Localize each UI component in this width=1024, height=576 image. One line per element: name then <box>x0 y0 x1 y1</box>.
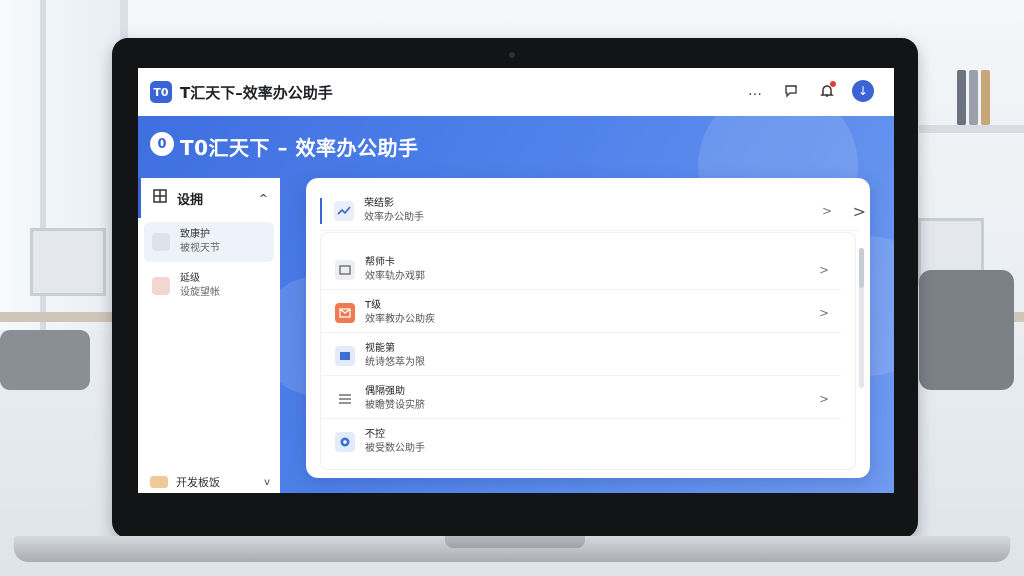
scrollbar-thumb[interactable] <box>859 248 864 288</box>
card-icon <box>335 260 355 280</box>
row-subtitle: 统诗悠萃为限 <box>365 357 425 368</box>
sidebar-footer[interactable]: 开发板饭 v <box>150 471 270 493</box>
active-indicator <box>320 198 322 224</box>
app-logo: T0 <box>150 81 172 103</box>
row-title: 视能第 <box>365 343 395 354</box>
user-avatar-icon[interactable]: ↓ <box>852 80 874 102</box>
webcam <box>509 52 515 58</box>
list-item-text: 偶隔强助 被瞻赞设实脐 <box>365 385 425 413</box>
chevron-up-icon: ^ <box>258 191 268 205</box>
chevron-down-icon: v <box>264 476 270 488</box>
chart-icon <box>152 233 170 251</box>
banner-title: T0汇天下 – 效率办公助手 <box>180 136 419 160</box>
list-item[interactable]: T级 效率教办公助疾 > <box>321 294 841 333</box>
row-title: 不控 <box>365 429 385 440</box>
list-icon <box>335 389 355 409</box>
app-title: T汇天下–效率办公助手 <box>180 83 333 102</box>
row-title: 偶隔强助 <box>365 386 405 397</box>
sidebar-item-title: 延级 <box>180 273 200 284</box>
sidebar-header[interactable]: 设拥 ^ <box>138 178 280 218</box>
list-item-text: 视能第 统诗悠萃为限 <box>365 342 425 370</box>
chevron-right-icon: > <box>821 204 832 218</box>
background-chair <box>0 330 90 390</box>
sidebar: 设拥 ^ 致康护 被视天节 延级 设旋望帐 开发板饭 v <box>138 178 280 493</box>
row-subtitle: 效率办公助手 <box>364 212 424 223</box>
sidebar-header-label: 设拥 <box>177 192 204 208</box>
list-item[interactable]: 不控 被受数公助手 <box>321 423 841 461</box>
folder-icon <box>150 476 168 488</box>
list-item[interactable]: 视能第 统诗悠萃为限 <box>321 337 841 376</box>
background-binder <box>957 70 966 125</box>
trend-chart-icon <box>334 201 354 221</box>
background-binder <box>981 70 990 125</box>
document-icon <box>335 346 355 366</box>
mail-icon <box>335 303 355 323</box>
row-subtitle: 效率教办公助疾 <box>365 314 435 325</box>
row-title: T级 <box>365 300 382 311</box>
sidebar-item-text: 延级 设旋望帐 <box>180 272 220 300</box>
list-item[interactable]: 帮师卡 效率轨办戏郭 > <box>321 251 841 290</box>
banner-logo: 0 <box>150 132 174 156</box>
chevron-right-icon[interactable]: > <box>853 202 866 221</box>
sidebar-item-title: 致康护 <box>180 229 210 240</box>
chevron-right-icon: > <box>818 306 829 320</box>
background-binder <box>969 70 978 125</box>
background-desk <box>0 312 112 322</box>
background-chair <box>919 270 1014 390</box>
sidebar-footer-label: 开发板饭 <box>176 476 220 489</box>
row-subtitle: 被受数公助手 <box>365 443 425 454</box>
sidebar-item-text: 致康护 被视天节 <box>180 228 220 256</box>
panel-list: 帮师卡 效率轨办戏郭 > T级 效率教办公助疾 > 视能第 统诗悠萃为限 偶隔强… <box>320 232 856 470</box>
background-shelf <box>919 125 1024 133</box>
panel-top-text: 荣结影 效率办公助手 <box>364 197 424 225</box>
row-title: 荣结影 <box>364 198 394 209</box>
list-item-text: T级 效率教办公助疾 <box>365 299 435 327</box>
row-subtitle: 效率轨办戏郭 <box>365 271 425 282</box>
sidebar-item-subtitle: 被视天节 <box>180 243 220 254</box>
grid-icon <box>153 189 167 207</box>
gear-icon <box>335 432 355 452</box>
calendar-icon <box>152 277 170 295</box>
chevron-right-icon: > <box>818 392 829 406</box>
laptop-notch <box>445 536 585 548</box>
laptop-screen: T0 T汇天下–效率办公助手 … ↓ 0 T0汇天下 – 效率办公助手 设拥 ^ <box>138 68 894 493</box>
chevron-right-icon: > <box>818 263 829 277</box>
sidebar-item-1[interactable]: 致康护 被视天节 <box>144 222 274 262</box>
list-item-text: 不控 被受数公助手 <box>365 428 425 456</box>
sidebar-item-subtitle: 设旋望帐 <box>180 287 220 298</box>
main-card-panel: 荣结影 效率办公助手 > > 帮师卡 效率轨办戏郭 > T级 效率教办公助疾 >… <box>306 178 870 478</box>
list-item-text: 帮师卡 效率轨办戏郭 <box>365 256 425 284</box>
list-item[interactable]: 偶隔强助 被瞻赞设实脐 > <box>321 380 841 419</box>
panel-top-row[interactable]: 荣结影 效率办公助手 > > <box>320 192 866 231</box>
sidebar-item-2[interactable]: 延级 设旋望帐 <box>144 266 274 306</box>
row-subtitle: 被瞻赞设实脐 <box>365 400 425 411</box>
row-title: 帮师卡 <box>365 257 395 268</box>
background-monitor <box>30 228 106 296</box>
